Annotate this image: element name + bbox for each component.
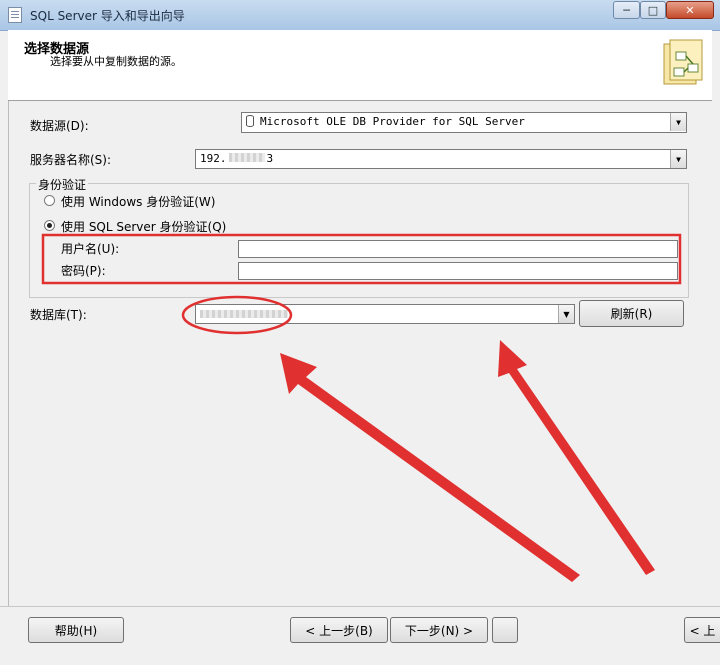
redacted-blur [228,153,265,162]
server-value: 192. [200,152,227,165]
datasource-label: 数据源(D): [30,119,89,133]
sql-auth-label: 使用 SQL Server 身份验证(Q) [61,220,227,234]
wizard-header: 选择数据源 选择要从中复制数据的源。 [8,30,712,101]
refresh-button[interactable]: 刷新(R) [579,300,684,327]
password-label: 密码(P): [61,264,106,278]
chevron-down-icon[interactable]: ▼ [670,150,686,168]
window-title: SQL Server 导入和导出向导 [30,9,185,23]
datasource-select[interactable]: Microsoft OLE DB Provider for SQL Server… [241,112,687,133]
username-label: 用户名(U): [61,242,120,256]
database-select[interactable]: ▼ [195,304,575,324]
database-label: 数据库(T): [30,308,87,322]
close-button[interactable]: ✕ [666,1,714,19]
help-button[interactable]: 帮助(H) [28,617,124,643]
finish-button[interactable] [492,617,518,643]
datasource-value: Microsoft OLE DB Provider for SQL Server [260,115,525,128]
back-button[interactable]: < 上一步(B) [290,617,388,643]
cancel-button[interactable]: < 上 [684,617,720,643]
title-bar: SQL Server 导入和导出向导 ─ □ ✕ [0,0,720,31]
next-button[interactable]: 下一步(N) > [390,617,488,643]
wizard-body [8,101,713,606]
authentication-group-label: 身份验证 [36,176,89,193]
wizard-icon [663,39,703,85]
password-input[interactable] [238,262,678,280]
server-suffix: 3 [266,152,274,165]
chevron-down-icon[interactable]: ▼ [670,113,686,131]
app-icon [8,7,22,23]
minimize-button[interactable]: ─ [613,1,640,19]
maximize-button[interactable]: □ [640,1,666,19]
chevron-down-icon[interactable]: ▼ [558,305,574,323]
redacted-blur [200,310,288,318]
windows-auth-radio[interactable] [44,195,55,206]
server-label: 服务器名称(S): [30,153,112,167]
windows-auth-label: 使用 Windows 身份验证(W) [61,195,216,209]
username-input[interactable] [238,240,678,258]
server-name-select[interactable]: 192. 3 ▼ [195,149,687,169]
page-subtitle: 选择要从中复制数据的源。 [50,55,182,68]
database-icon [246,115,254,127]
sql-auth-radio[interactable] [44,220,55,231]
